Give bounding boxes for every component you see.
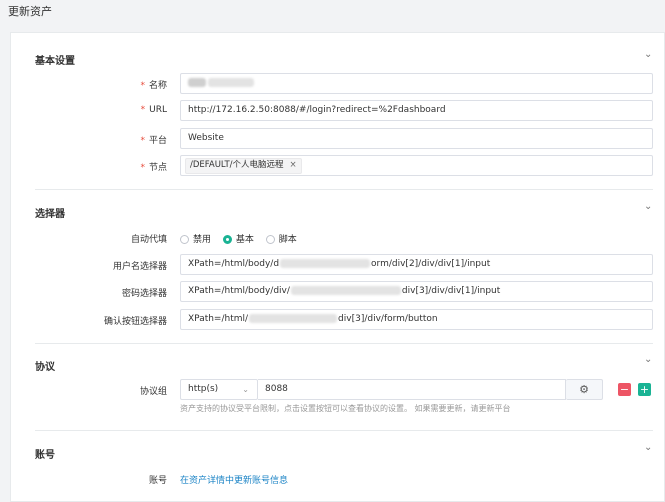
section-title-selector: 选择器 xyxy=(35,209,65,220)
field-label-node: * 节点 xyxy=(140,163,167,173)
section-title-account: 账号 xyxy=(35,450,55,461)
divider xyxy=(35,430,653,431)
update-account-link[interactable]: 在资产详情中更新账号信息 xyxy=(180,473,288,486)
radio-script[interactable]: 脚本 xyxy=(265,232,297,245)
platform-select[interactable]: Website xyxy=(180,128,653,149)
name-input[interactable] xyxy=(180,73,653,94)
field-label-password-selector: 密码选择器 xyxy=(121,289,167,299)
add-protocol-button[interactable]: + xyxy=(638,383,651,396)
page-title: 更新资产 xyxy=(8,5,52,18)
field-label-protocol-group: 协议组 xyxy=(139,387,167,397)
node-select[interactable]: /DEFAULT/个人电脑远程 × xyxy=(180,155,653,176)
field-label-confirm-selector: 确认按钮选择器 xyxy=(103,317,167,327)
field-label-name: * 名称 xyxy=(140,81,167,91)
username-selector-input[interactable]: XPath=/html/body/d orm/div[2]/div/div[1]/… xyxy=(180,254,653,275)
chevron-down-icon: ⌄ xyxy=(242,385,249,394)
section-title-protocol: 协议 xyxy=(35,362,55,373)
confirm-selector-input[interactable]: XPath=/html/div[3]/div/form/button xyxy=(180,309,653,330)
field-label-platform: * 平台 xyxy=(140,136,167,146)
protocol-hint: 资产支持的协议受平台限制，点击设置按钮可以查看协议的设置。 如果需要更新，请更新… xyxy=(180,404,511,413)
radio-basic[interactable]: 基本 xyxy=(222,232,254,245)
field-label-account: 账号 xyxy=(148,476,167,486)
password-selector-input[interactable]: XPath=/html/body/div/div[3]/div/div[1]/i… xyxy=(180,281,653,302)
close-icon[interactable]: × xyxy=(290,160,297,170)
gear-icon: ⚙ xyxy=(579,383,589,396)
chevron-down-icon[interactable]: ⌄ xyxy=(644,201,652,212)
node-tag: /DEFAULT/个人电脑远程 × xyxy=(185,158,302,174)
radio-disabled[interactable]: 禁用 xyxy=(180,232,211,245)
section-title-basic: 基本设置 xyxy=(35,56,75,67)
field-label-autofill: 自动代填 xyxy=(130,235,167,245)
port-input[interactable]: 8088 xyxy=(258,379,566,400)
url-input[interactable]: http://172.16.2.50:8088/#/login?redirect… xyxy=(180,100,653,121)
field-label-url: * URL xyxy=(140,105,167,115)
remove-protocol-button[interactable]: − xyxy=(618,383,631,396)
asset-form-card: 基本设置 ⌄ * 名称 * URL http://172.16.2.50:8088/… xyxy=(10,32,665,502)
autofill-radio-group: 禁用 基本 脚本 xyxy=(180,232,306,245)
divider xyxy=(35,189,653,190)
chevron-down-icon[interactable]: ⌄ xyxy=(644,354,652,365)
protocol-settings-button[interactable]: ⚙ xyxy=(566,379,603,400)
field-label-username-selector: 用户名选择器 xyxy=(112,262,167,272)
divider xyxy=(35,343,653,344)
chevron-down-icon[interactable]: ⌄ xyxy=(644,49,652,60)
chevron-down-icon[interactable]: ⌄ xyxy=(644,442,652,453)
protocol-select[interactable]: http(s) ⌄ xyxy=(180,379,258,400)
